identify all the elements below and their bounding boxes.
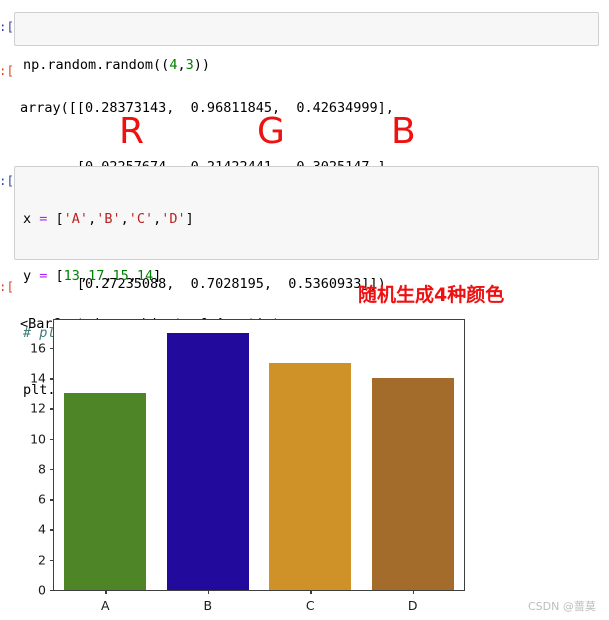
y-tick-mark: [50, 468, 54, 471]
input-prompt-2: ]:: [0, 173, 14, 188]
code-editor-1[interactable]: np.random.random((4,3)): [14, 12, 599, 73]
bar-chart-figure: 0 2 4 6 8 10 12 14 16 A B C D: [0, 305, 500, 620]
x-tick-mark: [412, 590, 415, 594]
y-tick-mark: [50, 347, 54, 350]
bar-b: [166, 332, 249, 590]
output-line: array([[0.28373143, 0.96811845, 0.426349…: [20, 100, 394, 116]
y-tick-mark: [50, 590, 54, 592]
y-tick-mark: [50, 378, 54, 380]
x-tick-label: D: [407, 598, 418, 613]
output-prompt-2: ]:: [0, 279, 14, 294]
annotation-letter-g: G: [257, 111, 285, 152]
code-line: x = ['A','B','C','D']: [23, 211, 194, 227]
y-tick-label: 0: [38, 582, 46, 598]
code-editor-2[interactable]: x = ['A','B','C','D'] y = [13,17,15,14] …: [14, 166, 599, 398]
y-tick-label: 6: [38, 491, 46, 507]
y-tick-label: 16: [30, 340, 46, 356]
y-tick-label: 4: [38, 521, 46, 537]
annotation-letter-b: B: [391, 111, 416, 152]
annotation-chinese-note: 随机生成4种颜色: [358, 284, 505, 306]
y-tick-mark: [50, 438, 54, 441]
y-tick-mark: [50, 499, 54, 501]
input-prompt-1: ]:: [0, 19, 14, 34]
annotation-letter-r: R: [119, 111, 145, 152]
bars-layer: [54, 320, 464, 590]
notebook-cell-input-1[interactable]: ]: np.random.random((4,3)): [0, 12, 609, 73]
csdn-watermark: CSDN @蔷莫: [528, 600, 596, 613]
notebook-cell-input-2[interactable]: ]: x = ['A','B','C','D'] y = [13,17,15,1…: [0, 166, 609, 398]
y-tick-mark: [50, 559, 54, 562]
y-tick-mark: [50, 529, 54, 531]
output-prompt-1: ]:: [0, 63, 14, 78]
y-tick-label: 14: [30, 370, 46, 386]
bar-c: [269, 363, 352, 590]
x-tick-label: B: [203, 598, 213, 613]
y-tick-label: 8: [38, 461, 46, 477]
x-tick-label: A: [100, 598, 110, 613]
y-tick-label: 10: [30, 431, 46, 447]
x-tick-mark: [105, 590, 107, 594]
x-tick-label: C: [305, 598, 315, 613]
bar-d: [371, 378, 454, 590]
y-tick-mark: [50, 408, 54, 410]
x-tick-mark: [207, 590, 210, 594]
x-tick-mark: [310, 590, 312, 594]
y-tick-label: 2: [38, 552, 46, 568]
bar-a: [64, 393, 147, 590]
y-tick-label: 12: [30, 400, 46, 416]
